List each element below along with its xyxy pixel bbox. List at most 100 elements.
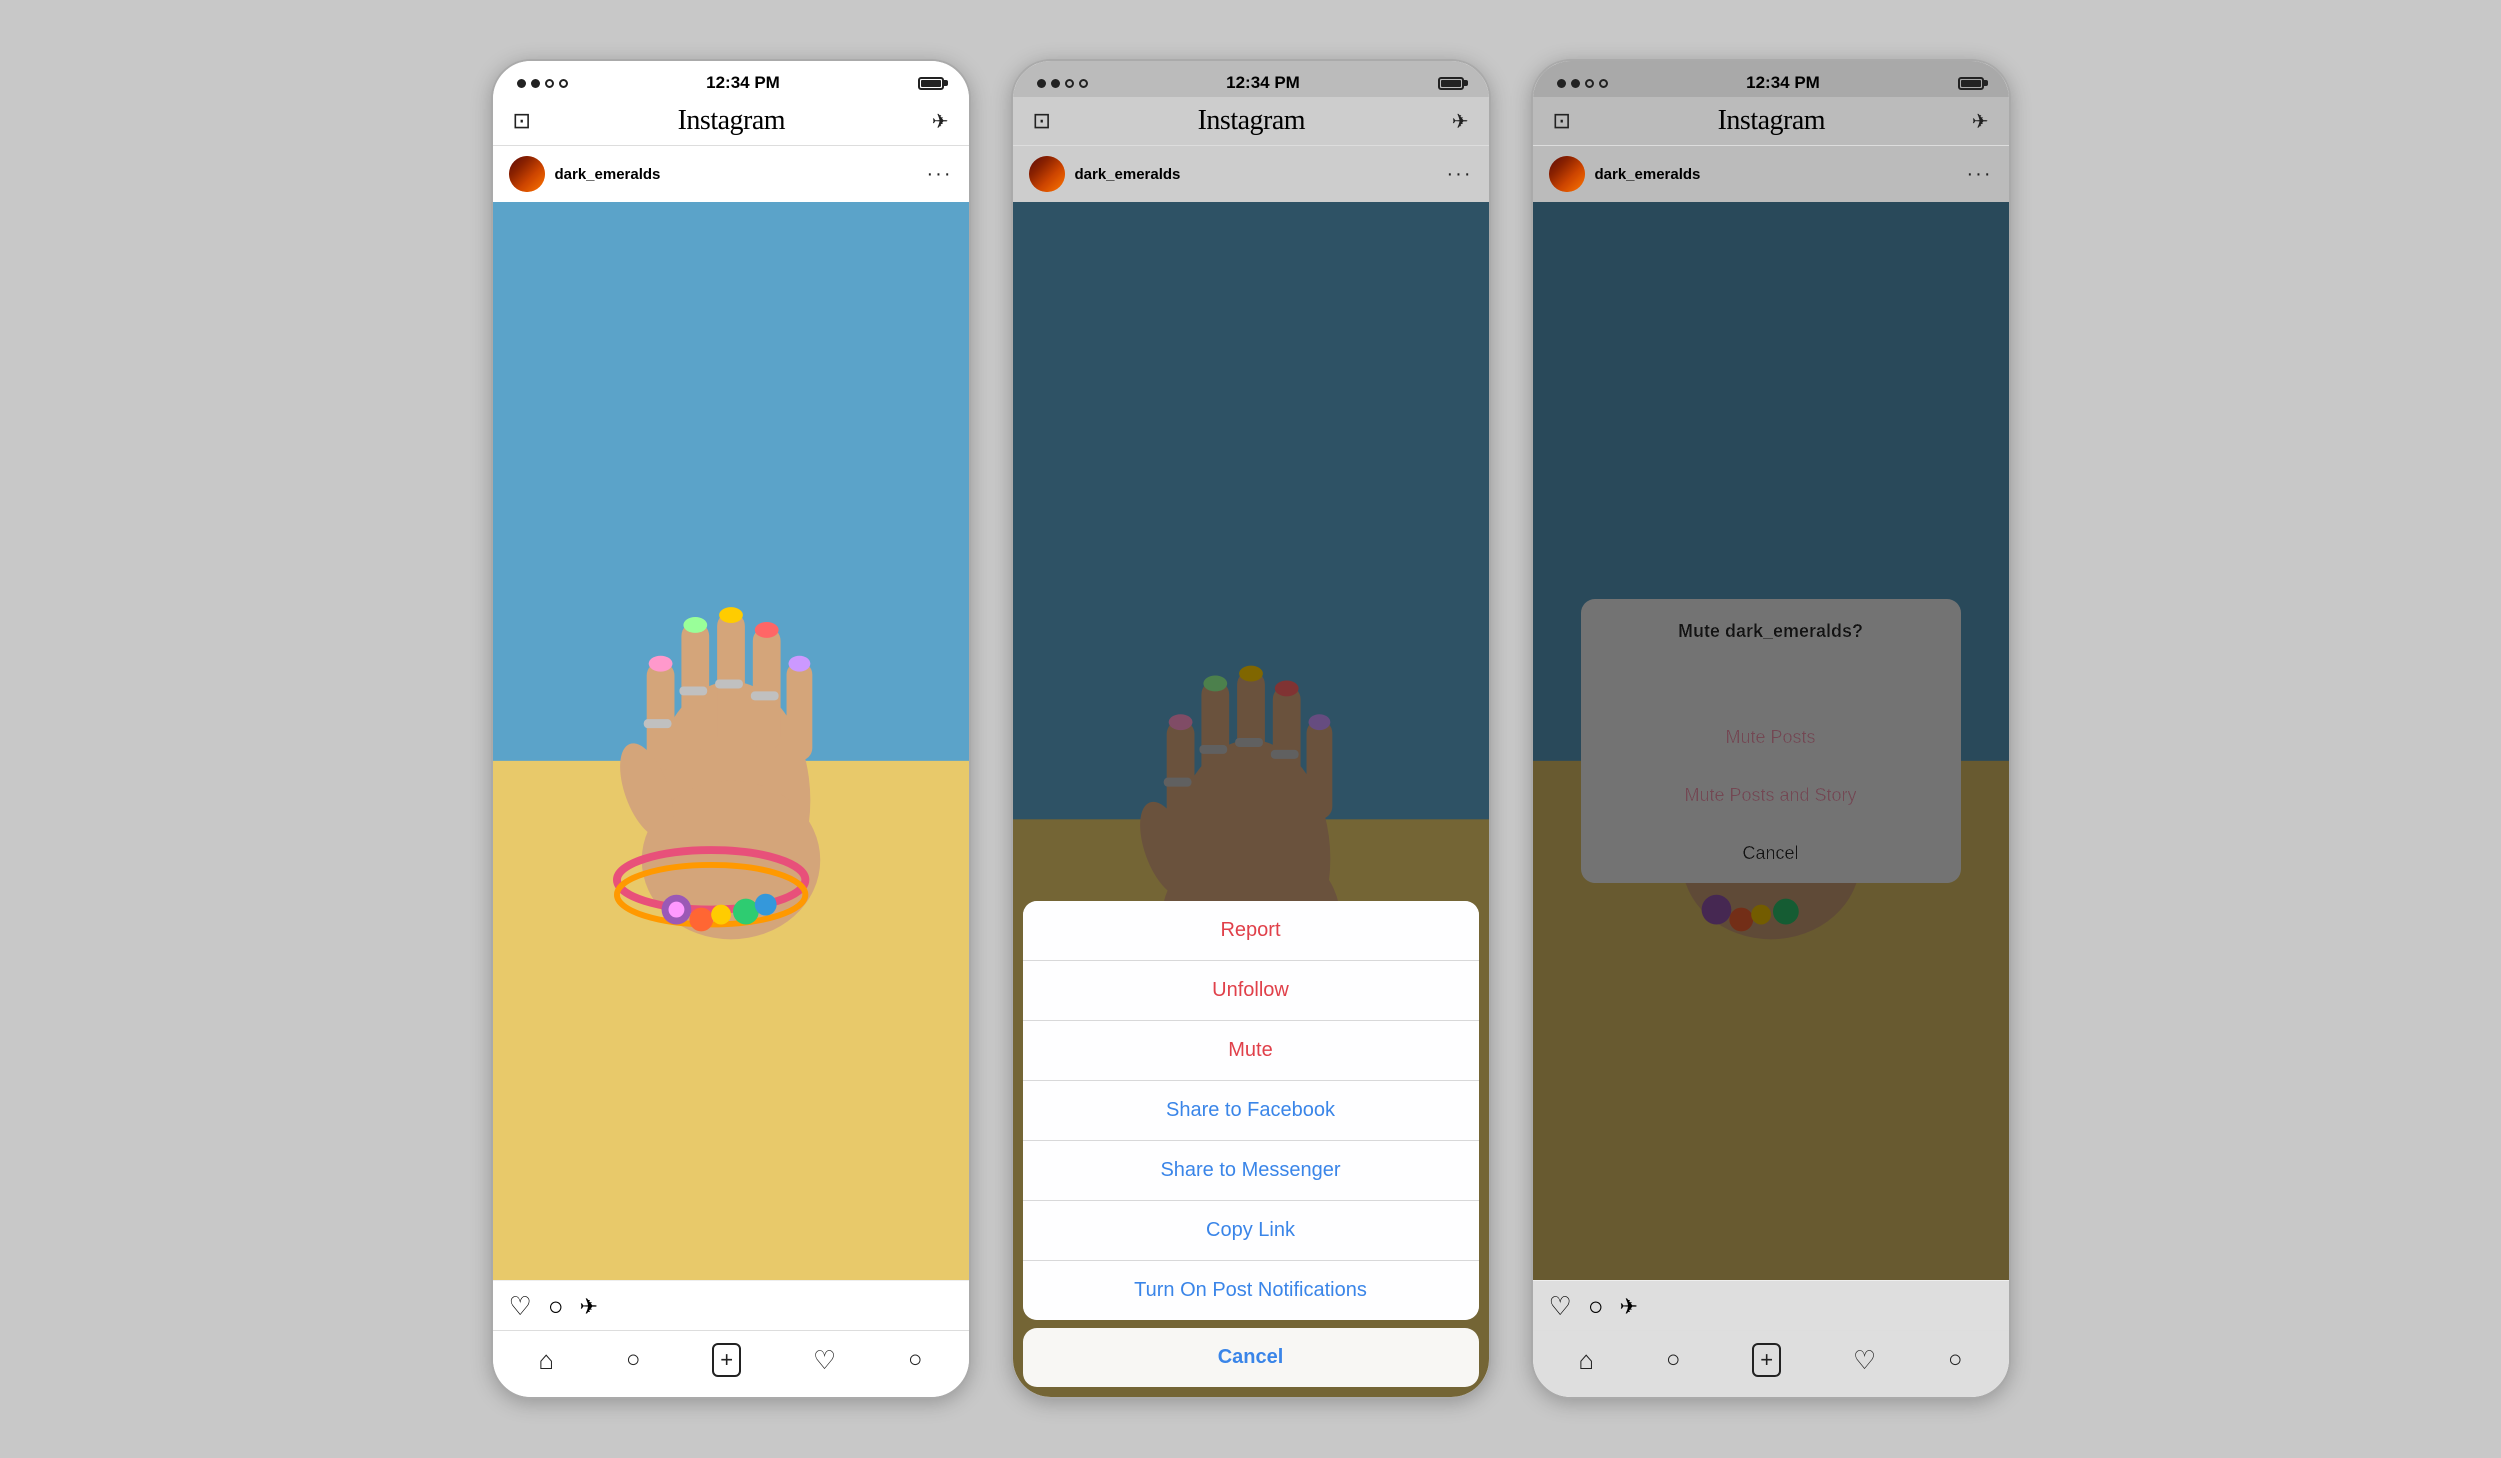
dot-2-1	[1037, 79, 1046, 88]
avatar-image-3	[1549, 156, 1585, 192]
dot-2-2	[1051, 79, 1060, 88]
battery-fill	[921, 80, 941, 87]
action-copy-link[interactable]: Copy Link	[1023, 1201, 1479, 1261]
time-display-3: 12:34 PM	[1746, 73, 1820, 93]
action-unfollow[interactable]: Unfollow	[1023, 961, 1479, 1021]
post-header-2: dark_emeralds ···	[1013, 146, 1489, 202]
send-icon-3[interactable]: ✈	[1972, 109, 1989, 134]
phone-screen-1: 12:34 PM ⊡ Instagram ✈ dark_emeralds ···	[491, 59, 971, 1399]
dot-1	[517, 79, 526, 88]
mute-cancel-button[interactable]: Cancel	[1581, 825, 1961, 883]
avatar-3	[1549, 156, 1585, 192]
avatar-image-1	[509, 156, 545, 192]
dot-3-2	[1571, 79, 1580, 88]
dot-2-4	[1079, 79, 1088, 88]
bottom-nav-1: ⌂ ○ + ♡ ○	[493, 1330, 969, 1397]
post-header-3: dark_emeralds ···	[1533, 146, 2009, 202]
camera-icon-3[interactable]: ⊡	[1553, 108, 1571, 134]
signal-dots	[517, 79, 568, 88]
likes-nav-icon[interactable]: ♡	[813, 1345, 836, 1376]
nav-bar-3: ⊡ Instagram ✈	[1533, 97, 2009, 146]
likes-nav-icon-3[interactable]: ♡	[1853, 1345, 1876, 1376]
dot-4	[559, 79, 568, 88]
phone-screen-2: 12:34 PM ⊡ Instagram ✈ dark_emeralds ···	[1011, 59, 1491, 1399]
profile-nav-icon[interactable]: ○	[908, 1346, 923, 1374]
dot-3	[545, 79, 554, 88]
mute-dialog: Mute dark_emeralds? You can unmute them …	[1581, 599, 1961, 882]
post-image-3: Mute dark_emeralds? You can unmute them …	[1533, 202, 2009, 1280]
mute-posts-button[interactable]: Mute Posts	[1581, 709, 1961, 767]
home-nav-icon-3[interactable]: ⌂	[1578, 1345, 1594, 1376]
signal-dots-2	[1037, 79, 1088, 88]
dot-3-1	[1557, 79, 1566, 88]
more-options-button-3[interactable]: ···	[1967, 163, 1993, 186]
username-3: dark_emeralds	[1595, 166, 1967, 183]
username-2: dark_emeralds	[1075, 166, 1447, 183]
action-sheet: Report Unfollow Mute Share to Facebook S…	[1013, 901, 1489, 1397]
battery-icon-2	[1438, 77, 1464, 90]
comment-button-3[interactable]: ○	[1588, 1291, 1604, 1322]
home-nav-icon[interactable]: ⌂	[538, 1345, 554, 1376]
search-nav-icon-3[interactable]: ○	[1666, 1346, 1681, 1374]
action-share-messenger[interactable]: Share to Messenger	[1023, 1141, 1479, 1201]
username-1: dark_emeralds	[555, 166, 927, 183]
nav-bar-1: ⊡ Instagram ✈	[493, 97, 969, 146]
status-right	[918, 77, 944, 90]
mute-dialog-title: Mute dark_emeralds?	[1605, 621, 1937, 642]
avatar-1	[509, 156, 545, 192]
action-post-notifications[interactable]: Turn On Post Notifications	[1023, 1261, 1479, 1320]
action-report[interactable]: Report	[1023, 901, 1479, 961]
action-mute[interactable]: Mute	[1023, 1021, 1479, 1081]
status-right-2	[1438, 77, 1464, 90]
camera-icon[interactable]: ⊡	[513, 108, 531, 134]
post-image-svg-1	[493, 202, 969, 1280]
avatar-image-2	[1029, 156, 1065, 192]
mute-dialog-header: Mute dark_emeralds? You can unmute them …	[1581, 599, 1961, 708]
share-button-1[interactable]: ✈	[580, 1294, 598, 1320]
battery-fill-3	[1961, 80, 1981, 87]
phone-screen-3: 12:34 PM ⊡ Instagram ✈ dark_emeralds ···	[1531, 59, 2011, 1399]
avatar-2	[1029, 156, 1065, 192]
app-title-2: Instagram	[1198, 105, 1305, 137]
app-title-3: Instagram	[1718, 105, 1825, 137]
dot-3-4	[1599, 79, 1608, 88]
post-image-1	[493, 202, 969, 1280]
send-icon-2[interactable]: ✈	[1452, 109, 1469, 134]
more-options-button-2[interactable]: ···	[1447, 163, 1473, 186]
status-right-3	[1958, 77, 1984, 90]
like-button-3[interactable]: ♡	[1549, 1291, 1572, 1322]
signal-dots-3	[1557, 79, 1608, 88]
status-bar-1: 12:34 PM	[493, 61, 969, 97]
status-bar-3: 12:34 PM	[1533, 61, 2009, 97]
dot-2	[531, 79, 540, 88]
mute-dialog-wrapper: Mute dark_emeralds? You can unmute them …	[1533, 202, 2009, 1280]
post-actions-1: ♡ ○ ✈	[493, 1280, 969, 1330]
nav-bar-2: ⊡ Instagram ✈	[1013, 97, 1489, 146]
battery-fill-2	[1441, 80, 1461, 87]
add-nav-icon[interactable]: +	[712, 1343, 741, 1377]
share-button-3[interactable]: ✈	[1620, 1294, 1638, 1320]
send-icon[interactable]: ✈	[932, 109, 949, 134]
action-cancel-button[interactable]: Cancel	[1023, 1328, 1479, 1387]
battery-icon	[918, 77, 944, 90]
status-bar-2: 12:34 PM	[1013, 61, 1489, 97]
like-button-1[interactable]: ♡	[509, 1291, 532, 1322]
camera-icon-2[interactable]: ⊡	[1033, 108, 1051, 134]
more-options-button-1[interactable]: ···	[927, 163, 953, 186]
battery-icon-3	[1958, 77, 1984, 90]
profile-nav-icon-3[interactable]: ○	[1948, 1346, 1963, 1374]
dot-3-3	[1585, 79, 1594, 88]
search-nav-icon[interactable]: ○	[626, 1346, 641, 1374]
time-display: 12:34 PM	[706, 73, 780, 93]
time-display-2: 12:34 PM	[1226, 73, 1300, 93]
bottom-nav-3: ⌂ ○ + ♡ ○	[1533, 1330, 2009, 1397]
post-header-1: dark_emeralds ···	[493, 146, 969, 202]
add-nav-icon-3[interactable]: +	[1752, 1343, 1781, 1377]
action-share-facebook[interactable]: Share to Facebook	[1023, 1081, 1479, 1141]
mute-dialog-subtitle: You can unmute them from their profile. …	[1605, 652, 1937, 691]
comment-button-1[interactable]: ○	[548, 1291, 564, 1322]
mute-posts-story-button[interactable]: Mute Posts and Story	[1581, 767, 1961, 825]
action-sheet-menu: Report Unfollow Mute Share to Facebook S…	[1023, 901, 1479, 1320]
dot-2-3	[1065, 79, 1074, 88]
post-actions-3: ♡ ○ ✈	[1533, 1280, 2009, 1330]
